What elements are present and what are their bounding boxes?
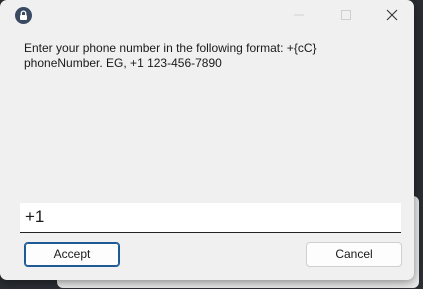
accept-button[interactable]: Accept: [24, 242, 120, 267]
lock-icon: [15, 7, 32, 24]
maximize-icon: [341, 10, 351, 20]
maximize-button[interactable]: [322, 0, 368, 30]
phone-number-dialog: Enter your phone number in the following…: [0, 0, 414, 280]
minimize-button[interactable]: [276, 0, 322, 30]
prompt-line-2: phoneNumber. EG, +1 123-456-7890: [24, 56, 222, 70]
close-button[interactable]: [368, 0, 414, 30]
cancel-button[interactable]: Cancel: [306, 242, 402, 267]
prompt-text: Enter your phone number in the following…: [24, 41, 404, 71]
prompt-line-1: Enter your phone number in the following…: [24, 41, 317, 55]
title-bar[interactable]: [0, 0, 414, 30]
phone-number-input[interactable]: +1: [20, 203, 401, 233]
close-icon: [386, 9, 398, 21]
minimize-icon: [294, 14, 304, 16]
